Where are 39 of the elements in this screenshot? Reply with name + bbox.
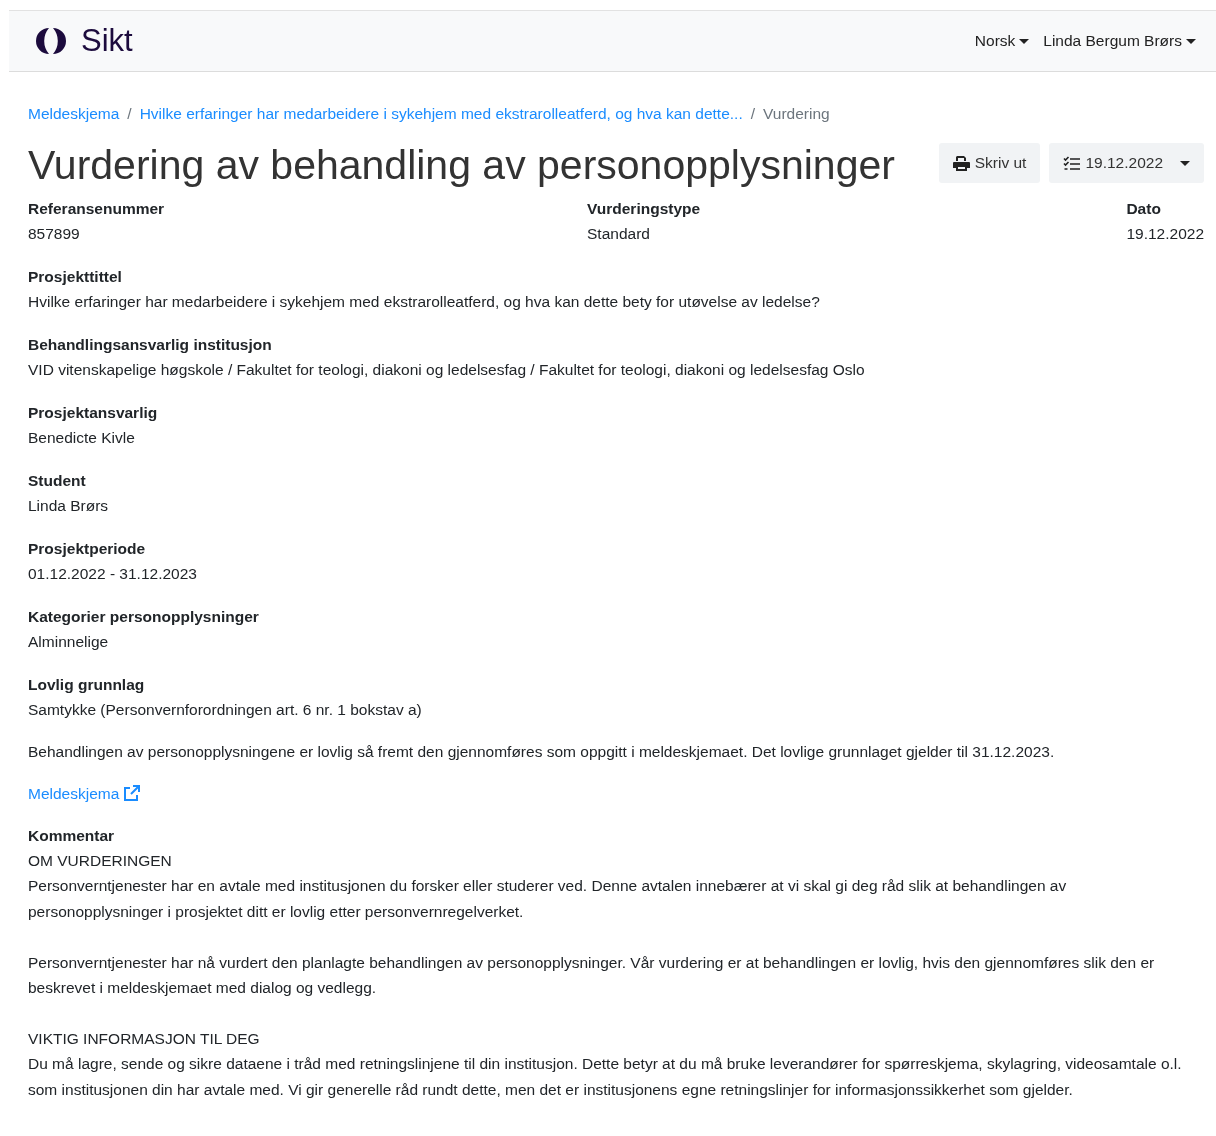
field-value: Standard	[587, 224, 650, 245]
field-label: Kategorier personopplysninger	[28, 607, 259, 628]
print-button[interactable]: Skriv ut	[938, 143, 1041, 183]
comment-paragraph: Personverntjenester har en avtale med institusjonen du forsker eller studerer ved. Denne avtalen innebærer at vi skal gi deg råd slik at behandlingen av personopplysninger i prosjektet ditt er lovlig etter personvernregelverket.	[28, 876, 1068, 922]
breadcrumb-separator: /	[750, 105, 755, 123]
comment-paragraph: Personverntjenester har nå vurdert den planlagte behandlingen av personopplysninger. Vår vurdering er at behandlingen er lovlig, hvis den gjennomføres slik den er beskrevet i meldeskjemaet med dialog og vedlegg.	[28, 952, 1156, 999]
section-heading: VIKTIG INFORMASJON TIL DEG	[28, 1029, 260, 1050]
field-label: Student	[28, 471, 86, 492]
field-label: Behandlingsansvarlig institusjon	[28, 335, 272, 356]
printer-icon	[952, 155, 970, 171]
field-value: Alminnelige	[28, 632, 109, 653]
field-label: Kommentar	[28, 826, 115, 847]
field-label: Lovlig grunnlag	[28, 675, 145, 696]
brand-name: Sikt	[81, 23, 133, 59]
field-label: Vurderingstype	[587, 199, 701, 220]
field-label: Prosjekttittel	[28, 267, 122, 288]
field-value: Samtykke (Personvernforordningen art. 6 nr. 1 bokstav a)	[28, 700, 422, 721]
field-label: Dato	[1126, 199, 1161, 220]
breadcrumb-separator: /	[127, 105, 132, 123]
field-label: Prosjektperiode	[28, 539, 146, 560]
field-value: 19.12.2022	[1126, 224, 1204, 245]
section-heading: OM VURDERINGEN	[28, 851, 172, 872]
checklist-icon	[1063, 155, 1081, 171]
field-value: Benedicte Kivle	[28, 428, 135, 449]
field-value: Hvilke erfaringer har medarbeidere i sykehjem med ekstrarolleatferd, og hva kan dette bety for utøvelse av ledelse?	[28, 292, 820, 313]
field-label: Referansenummer	[28, 199, 165, 220]
dropdown-menu[interactable]: Linda Bergum Brørs	[1043, 32, 1196, 50]
field-value: 01.12.2022 - 31.12.2023	[28, 564, 197, 585]
breadcrumb-current: Vurdering	[763, 105, 830, 123]
version-dropdown[interactable]: 19.12.2022	[1049, 143, 1204, 183]
field-value: Linda Brørs	[28, 496, 109, 517]
legal-note: Behandlingen av personopplysningene er lovlig så fremt den gjennomføres som oppgitt i meldeskjemaet. Det lovlige grunnlaget gjelder til 31.12.2023.	[28, 742, 1056, 763]
field-value: 857899	[28, 224, 80, 245]
page-title: Vurdering av behandling av personopplysninger	[28, 141, 895, 190]
dropdown-menu[interactable]: Norsk	[974, 32, 1030, 50]
external-link-icon	[123, 785, 141, 803]
field-label: Prosjektansvarlig	[28, 403, 158, 424]
field-value: VID vitenskapelige høgskole / Fakultet for teologi, diakoni og ledelsesfag / Fakultet for teologi, diakoni og ledelsesfag Oslo	[28, 360, 865, 381]
comment-paragraph: Du må lagre, sende og sikre dataene i tråd med retningslinjene til din institusjon. Dette betyr at du må bruke leverandører for spørreskjema, skylagring, videosamtale o.l. som institusjonen din har avtale med. Vi gir generelle råd rundt dette, men det er institusjonens egne retningslinjer for informasjonssikkerhet som gjelder.	[28, 1054, 1183, 1100]
